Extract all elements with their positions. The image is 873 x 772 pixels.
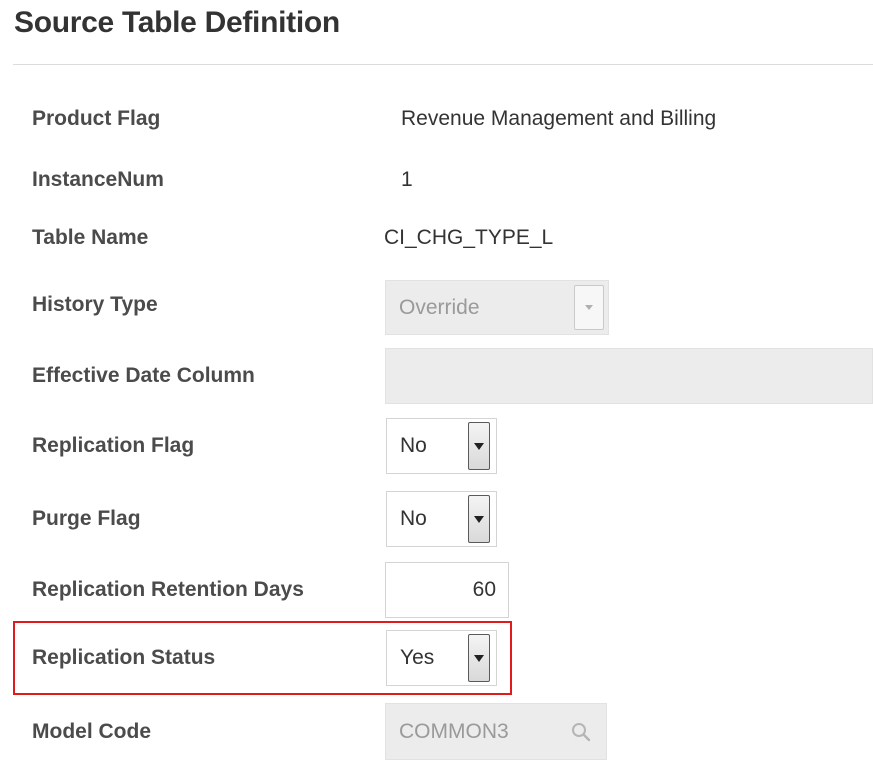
table-name-label: Table Name	[32, 226, 149, 249]
purge-flag-select[interactable]: No	[386, 491, 497, 547]
replication-flag-label: Replication Flag	[32, 434, 195, 457]
effective-date-column-label: Effective Date Column	[32, 364, 255, 387]
chevron-down-icon[interactable]	[468, 634, 490, 682]
history-type-value: Override	[399, 295, 480, 319]
history-type-select[interactable]: Override	[385, 280, 609, 335]
search-icon[interactable]	[570, 721, 592, 743]
purge-flag-label: Purge Flag	[32, 507, 141, 530]
history-type-label: History Type	[32, 293, 158, 316]
replication-retention-days-value: 60	[472, 578, 496, 601]
replication-status-value: Yes	[400, 646, 435, 669]
replication-retention-days-label: Replication Retention Days	[32, 578, 304, 601]
replication-retention-days-input[interactable]: 60	[385, 562, 509, 618]
table-name-value: CI_CHG_TYPE_L	[384, 226, 554, 249]
replication-flag-value: No	[400, 434, 427, 457]
model-code-field[interactable]: COMMON3	[385, 703, 607, 760]
replication-flag-select[interactable]: No	[386, 418, 497, 474]
effective-date-column-field[interactable]	[385, 348, 873, 404]
page-title: Source Table Definition	[14, 6, 340, 39]
replication-status-select[interactable]: Yes	[386, 630, 497, 686]
instance-num-value: 1	[401, 168, 413, 191]
product-flag-label: Product Flag	[32, 107, 161, 130]
instance-num-label: InstanceNum	[32, 168, 164, 191]
product-flag-value: Revenue Management and Billing	[401, 107, 717, 130]
purge-flag-value: No	[400, 507, 427, 530]
model-code-label: Model Code	[32, 720, 151, 743]
chevron-down-icon[interactable]	[468, 422, 490, 470]
title-divider	[13, 64, 873, 65]
chevron-down-icon[interactable]	[574, 285, 604, 330]
chevron-down-icon[interactable]	[468, 495, 490, 543]
model-code-value: COMMON3	[399, 719, 509, 743]
replication-status-label: Replication Status	[32, 646, 216, 669]
